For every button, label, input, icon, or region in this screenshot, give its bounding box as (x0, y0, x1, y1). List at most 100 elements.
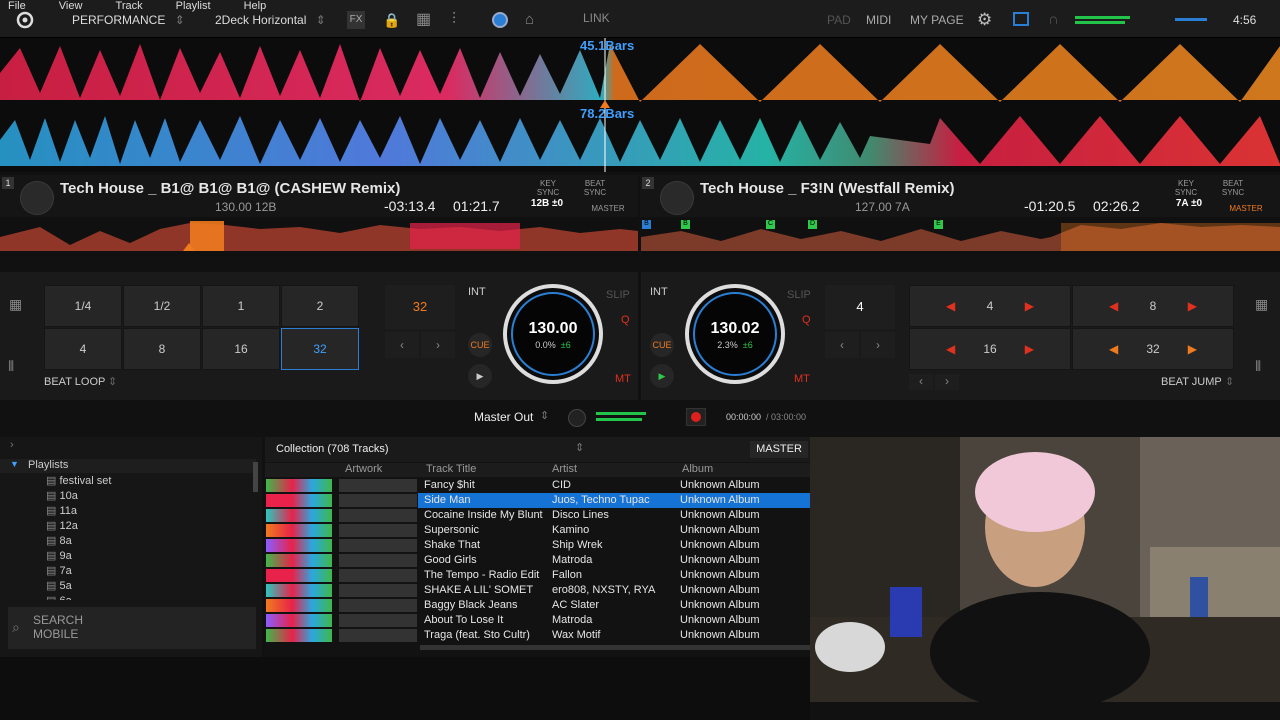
deck2-overview-waveform[interactable]: B B C D E (641, 217, 1280, 257)
lock-icon[interactable]: 🔒 (383, 0, 400, 38)
deck1-enlarged-waveform[interactable]: 45.1Bars (0, 38, 1280, 108)
deck1-slip-label[interactable]: SLIP (606, 289, 630, 301)
beatloop-pad[interactable]: 1 (202, 285, 280, 327)
playlist-item[interactable]: ▤ 12a (46, 519, 78, 532)
deck2-hotcue-marker[interactable]: B (642, 220, 651, 229)
deck2-master-button[interactable]: MASTER (1224, 204, 1268, 213)
deck1-overview-waveform[interactable] (0, 217, 638, 257)
beatjump-pad[interactable]: ◀ 16 ▶ (909, 328, 1071, 370)
master-volume-slider[interactable] (1175, 18, 1207, 21)
beatjump-pad[interactable]: ◀ 8 ▶ (1072, 285, 1234, 327)
deck1-cue-button[interactable]: CUE (468, 333, 492, 357)
deck2-quantize-label[interactable]: Q (802, 314, 811, 326)
beatloop-pad-selected[interactable]: 32 (281, 328, 359, 370)
fx-button[interactable]: FX (347, 11, 365, 29)
deck2-jump-length[interactable]: 4 (825, 285, 895, 329)
deck2-key-sync[interactable]: KEY SYNC (1168, 179, 1204, 197)
pad-button[interactable]: PAD (827, 0, 851, 38)
master-browse-button[interactable]: MASTER (750, 441, 808, 458)
track-row[interactable]: Side Man Juos, Techno Tupac Unknown Album (265, 493, 810, 508)
table-scrollbar[interactable] (420, 645, 810, 650)
expand-icon[interactable]: › (10, 439, 14, 451)
grid-icon[interactable]: ▦ (416, 0, 431, 38)
record-button[interactable] (686, 408, 706, 426)
beatloop-pad[interactable]: 1/4 (44, 285, 122, 327)
loop-halve-button[interactable]: ‹ (385, 332, 419, 358)
column-artist[interactable]: Artist (552, 463, 577, 475)
updown-icon[interactable]: ⇕ (540, 409, 549, 422)
link-button[interactable]: LINK (583, 0, 610, 36)
track-row[interactable]: Baggy Black Jeans AC Slater Unknown Album (265, 598, 810, 613)
jog-lines-icon[interactable]: ⦀ (8, 358, 14, 375)
monitor-icon[interactable] (1013, 12, 1029, 26)
column-artwork[interactable]: Artwork (345, 463, 382, 475)
beatjump-pad[interactable]: ◀ 4 ▶ (909, 285, 1071, 327)
cloud-icon[interactable]: ⌂ (525, 0, 534, 38)
track-row[interactable]: The Tempo - Radio Edit Fallon Unknown Albu… (265, 568, 810, 583)
updown-icon[interactable]: ⇕ (108, 375, 117, 388)
search-mobile-button[interactable]: ⌕ SEARCH MOBILE (8, 607, 256, 649)
track-row[interactable]: Supersonic Kamino Unknown Album (265, 523, 810, 538)
rekordbox-logo-icon[interactable] (14, 0, 36, 38)
midi-button[interactable]: MIDI (866, 0, 891, 38)
playlist-item[interactable]: ▤ 9a (46, 549, 72, 562)
track-row[interactable]: Good Girls Matroda Unknown Album (265, 553, 810, 568)
page-prev-button[interactable]: ‹ (909, 374, 933, 390)
track-row[interactable]: Cocaine Inside My Blunt Disco Lines Unknow… (265, 508, 810, 523)
page-next-button[interactable]: › (935, 374, 959, 390)
deck2-cue-button[interactable]: CUE (650, 333, 674, 357)
deck1-play-button[interactable]: ▶ (468, 364, 492, 388)
playlist-item[interactable]: ▤ 5a (46, 579, 72, 592)
playlist-item[interactable]: ▤ festival set (46, 474, 111, 487)
deck2-hotcue-marker[interactable]: C (766, 220, 775, 229)
beatloop-pad[interactable]: 1/2 (123, 285, 201, 327)
track-row[interactable]: About To Lose It Matroda Unknown Album (265, 613, 810, 628)
deck2-beat-sync[interactable]: BEAT SYNC (1218, 179, 1248, 197)
deck2-hotcue-marker[interactable]: E (934, 220, 943, 229)
deck1-pad-mode[interactable]: BEAT LOOP (44, 376, 105, 388)
mixer-icon[interactable]: ⫶ (452, 0, 456, 38)
deck2-hotcue-marker[interactable]: D (808, 220, 817, 229)
loop-double-button[interactable]: › (421, 332, 455, 358)
deck1-int-label[interactable]: INT (468, 286, 486, 298)
sidebar-scrollbar[interactable] (253, 462, 258, 492)
column-title[interactable]: Track Title (426, 463, 476, 475)
playlists-tree-header[interactable]: ▼ Playlists (0, 459, 256, 473)
deck1-quantize-label[interactable]: Q (621, 314, 630, 326)
deck1-master-button[interactable]: MASTER (586, 204, 630, 213)
beatloop-pad[interactable]: 8 (123, 328, 201, 370)
deck1-key-sync[interactable]: KEY SYNC (530, 179, 566, 197)
beatloop-pad[interactable]: 2 (281, 285, 359, 327)
track-row[interactable]: Fancy $hit CID Unknown Album (265, 478, 810, 493)
deck2-pad-mode[interactable]: BEAT JUMP (1161, 376, 1222, 388)
jog-lines-icon[interactable]: ⦀ (1255, 358, 1261, 375)
beatjump-pad[interactable]: ◀ 32 ▶ (1072, 328, 1234, 370)
column-album[interactable]: Album (682, 463, 713, 475)
jump-next-button[interactable]: › (861, 332, 895, 358)
deck2-slip-label[interactable]: SLIP (787, 289, 811, 301)
output-selector[interactable]: Master Out (474, 410, 533, 424)
pad-grid-icon[interactable]: ▦ (1255, 296, 1268, 313)
deck2-int-label[interactable]: INT (650, 286, 668, 298)
deck2-play-button[interactable]: ▶ (650, 364, 674, 388)
record-sampler-icon[interactable] (492, 12, 508, 28)
beatloop-pad[interactable]: 16 (202, 328, 280, 370)
updown-icon[interactable]: ⇕ (575, 441, 584, 454)
beatloop-pad[interactable]: 4 (44, 328, 122, 370)
gear-icon[interactable]: ⚙ (977, 0, 992, 38)
layout-selector[interactable]: 2Deck Horizontal ⇕ (215, 0, 326, 38)
playlist-item[interactable]: ▤ 8a (46, 534, 72, 547)
deck2-jog-wheel[interactable]: 130.02 2.3% ±6 (685, 284, 785, 384)
deck1-loop-length[interactable]: 32 (385, 285, 455, 329)
track-row[interactable]: SHAKE A LIL' SOMET ero808, NXSTY, RYA Unkn… (265, 583, 810, 598)
deck2-master-tempo-label[interactable]: MT (794, 373, 810, 385)
jump-prev-button[interactable]: ‹ (825, 332, 859, 358)
pad-grid-icon[interactable]: ▦ (9, 296, 22, 313)
track-row[interactable]: Shake That Ship Wrek Unknown Album (265, 538, 810, 553)
deck1-jog-wheel[interactable]: 130.00 0.0% ±6 (503, 284, 603, 384)
playlist-item[interactable]: ▤ 6a (46, 594, 72, 600)
playlist-item[interactable]: ▤ 11a (46, 504, 77, 517)
track-row[interactable]: Traga (feat. Sto Cultr) Wax Motif Unknown … (265, 628, 810, 643)
mode-selector[interactable]: PERFORMANCE ⇕ (72, 0, 185, 38)
deck2-enlarged-waveform[interactable]: 78.2Bars (0, 108, 1280, 172)
